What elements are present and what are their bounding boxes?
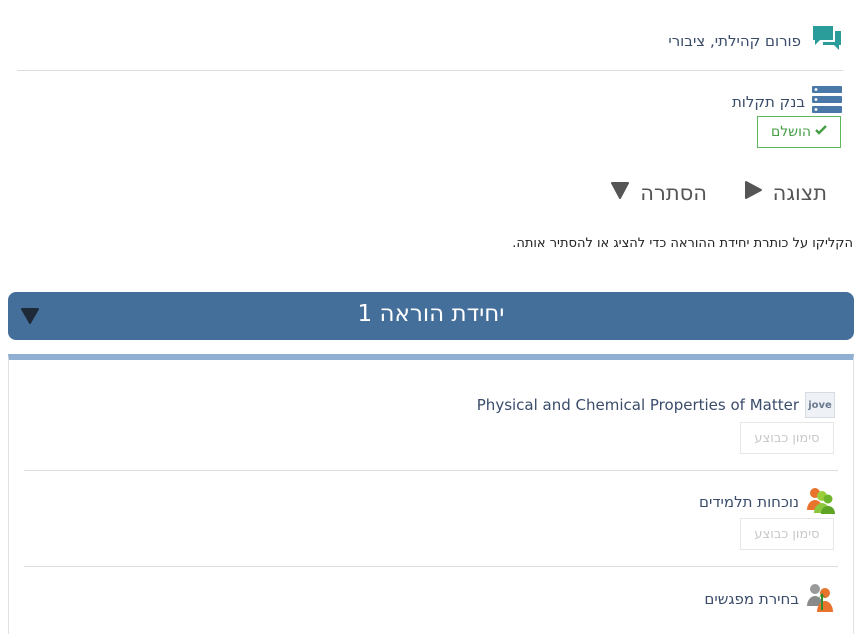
- unit-header[interactable]: יחידת הוראה 1: [8, 292, 854, 340]
- activity-link[interactable]: בחירת מפגשים: [704, 590, 799, 608]
- bank-link[interactable]: בנק תקלות: [732, 93, 805, 111]
- completed-label: הושלם: [770, 124, 812, 140]
- completed-button[interactable]: הושלם: [757, 116, 841, 148]
- bank-activity: בנק תקלות: [732, 84, 843, 120]
- play-arrow-icon: [743, 180, 763, 205]
- forum-chat-icon: [811, 24, 843, 58]
- divider: [24, 470, 838, 471]
- hide-label: הסתרה: [640, 180, 707, 205]
- show-all-button[interactable]: תצוגה: [743, 180, 827, 205]
- mark-done-button[interactable]: סימון כבוצע: [740, 518, 834, 550]
- database-icon: [811, 84, 843, 120]
- activity-jove: jove Physical and Chemical Properties of…: [477, 392, 835, 418]
- attendance-people-icon: [805, 486, 835, 518]
- scheduler-people-icon: [805, 582, 835, 616]
- jove-icon: jove: [805, 392, 835, 418]
- activity-link[interactable]: Physical and Chemical Properties of Matt…: [477, 396, 799, 414]
- hint-text: הקליקו על כותרת יחידת ההוראה כדי להציג א…: [512, 236, 853, 251]
- divider: [17, 70, 843, 71]
- collapse-triangle-icon: [20, 307, 40, 329]
- activity-attendance: נוכחות תלמידים: [699, 486, 835, 518]
- divider: [24, 566, 838, 567]
- activity-scheduler: בחירת מפגשים: [704, 582, 835, 616]
- mark-done-button[interactable]: סימון כבוצע: [740, 422, 834, 454]
- triangle-down-icon: [610, 180, 630, 205]
- hide-all-button[interactable]: הסתרה: [610, 180, 707, 205]
- activity-link[interactable]: נוכחות תלמידים: [699, 493, 799, 511]
- show-label: תצוגה: [772, 180, 827, 205]
- unit-title: יחידת הוראה 1: [357, 301, 505, 327]
- forum-link[interactable]: פורום קהילתי, ציבורי: [668, 32, 801, 50]
- forum-activity: פורום קהילתי, ציבורי: [668, 24, 843, 58]
- check-icon: [815, 124, 827, 140]
